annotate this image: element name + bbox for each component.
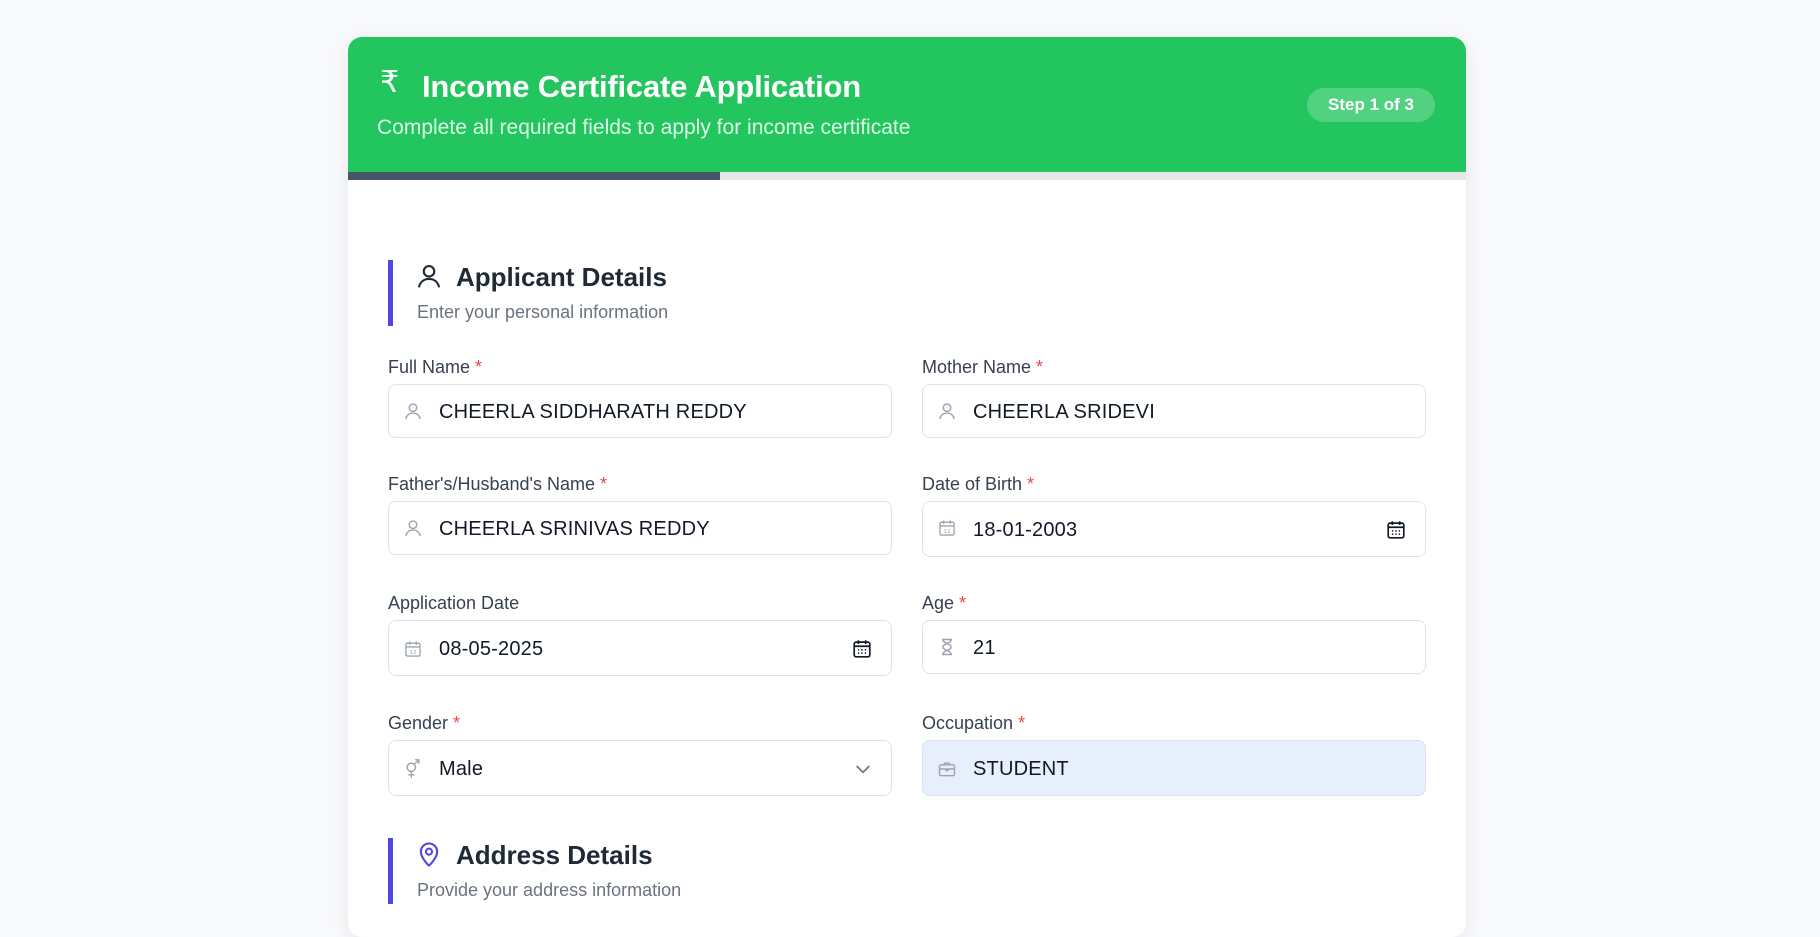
chevron-down-icon [856,765,870,774]
mother-name-field: Mother Name * CHEERLA SRIDEVI [922,356,1426,438]
page-subtitle: Complete all required fields to apply fo… [377,116,911,139]
gender-value: Male [439,758,484,780]
section-title: Address Details [456,840,653,870]
occupation-label: Occupation * [922,713,1026,733]
calendar-icon: 12 [939,520,955,536]
user-icon [405,403,421,420]
mother-name-value: CHEERLA SRIDEVI [973,401,1155,423]
briefcase-icon [938,762,956,777]
form-header: ₹ Income Certificate Application Complet… [348,37,1466,172]
occupation-value: STUDENT [973,758,1069,780]
full-name-field: Full Name * CHEERLA SIDDHARATH REDDY [388,356,892,438]
calendar-icon: 12 [405,641,421,657]
full-name-value: CHEERLA SIDDHARATH REDDY [439,401,747,423]
application-date-field: Application Date 12 08-05-2025 [388,592,892,676]
dob-field: Date of Birth * 12 18-01-2003 [922,473,1426,557]
dob-input[interactable]: 12 18-01-2003 [922,501,1426,557]
page-title: Income Certificate Application [422,69,861,104]
dob-label: Date of Birth * [922,474,1035,494]
dob-value: 18-01-2003 [973,519,1078,541]
occupation-field: Occupation * STUDENT [922,712,1426,796]
section-title: Applicant Details [456,262,667,292]
age-value: 21 [973,637,996,659]
section-subtitle: Provide your address information [417,880,682,900]
application-date-value: 08-05-2025 [439,638,544,660]
step-badge: Step 1 of 3 [1307,88,1435,122]
applicant-section-header: Applicant Details Enter your personal in… [388,260,993,326]
mother-name-input[interactable]: CHEERLA SRIDEVI [922,384,1426,438]
section-subtitle: Enter your personal information [417,302,669,322]
application-date-input[interactable]: 12 08-05-2025 [388,620,892,676]
rupee-icon: ₹ [380,66,400,99]
user-icon [939,403,955,420]
father-name-label: Father's/Husband's Name * [388,474,607,494]
progress-bar [348,172,1466,180]
application-date-label: Application Date [388,593,520,613]
gender-icon [406,759,420,779]
svg-text:12: 12 [410,650,417,656]
age-field: Age * 21 [922,592,1426,674]
map-pin-icon [419,842,439,867]
progress-bar-fill [348,172,721,180]
father-name-value: CHEERLA SRINIVAS REDDY [439,518,710,540]
user-icon [418,265,440,288]
mother-name-label: Mother Name * [922,357,1044,377]
user-icon [405,520,421,537]
gender-label: Gender * [388,713,461,733]
age-input[interactable]: 21 [922,620,1426,674]
full-name-input[interactable]: CHEERLA SIDDHARATH REDDY [388,384,892,438]
father-name-input[interactable]: CHEERLA SRINIVAS REDDY [388,501,892,555]
svg-text:12: 12 [944,529,951,535]
gender-field: Gender * Male [388,712,892,796]
application-card: ₹ Income Certificate Application Complet… [348,37,1466,937]
occupation-input[interactable]: STUDENT [922,740,1426,796]
gender-select[interactable]: Male [388,740,892,796]
hourglass-icon [942,638,952,656]
full-name-label: Full Name * [388,357,483,377]
address-section-header: Address Details Provide your address inf… [388,838,993,904]
age-label: Age * [922,593,967,613]
calendar-picker-icon[interactable] [851,638,873,660]
father-name-field: Father's/Husband's Name * CHEERLA SRINIVA… [388,473,892,555]
calendar-picker-icon[interactable] [1385,519,1407,541]
